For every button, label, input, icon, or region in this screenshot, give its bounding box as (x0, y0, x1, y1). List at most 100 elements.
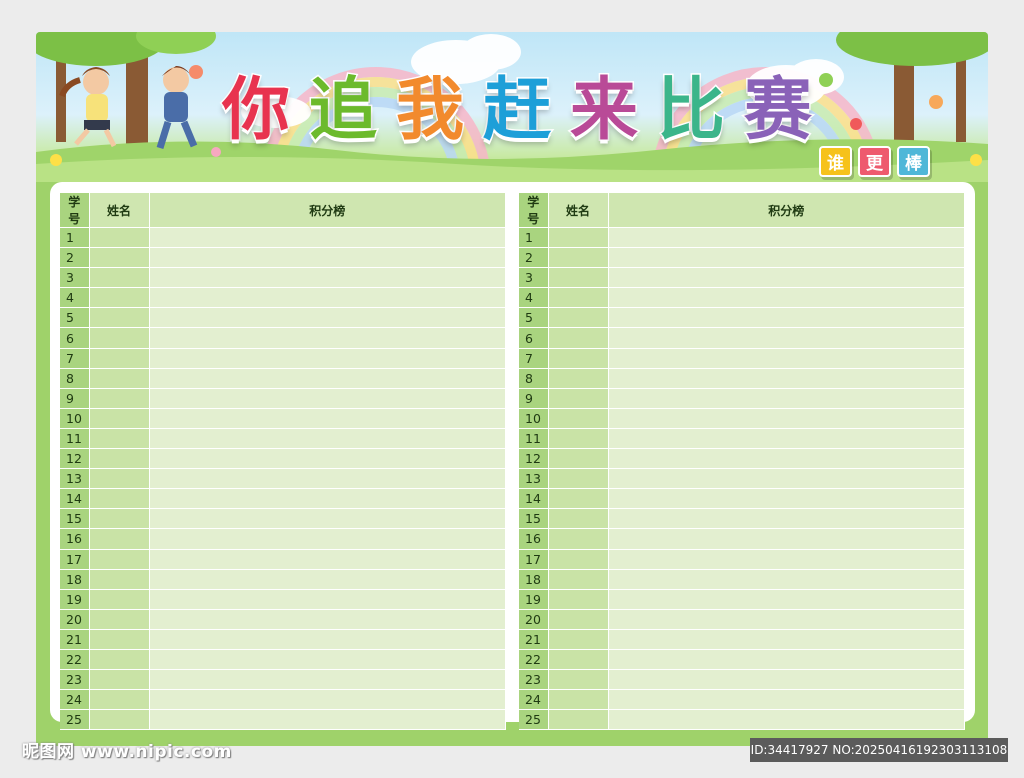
name-cell[interactable] (89, 709, 150, 731)
name-cell[interactable] (89, 488, 150, 510)
score-cell[interactable] (149, 629, 506, 650)
score-cell[interactable] (149, 267, 506, 289)
score-cell[interactable] (149, 247, 506, 269)
name-cell[interactable] (89, 227, 150, 249)
name-cell[interactable] (548, 448, 609, 470)
score-cell[interactable] (149, 689, 506, 711)
score-cell[interactable] (149, 327, 506, 349)
score-cell[interactable] (608, 569, 965, 590)
name-cell[interactable] (89, 669, 150, 691)
score-cell[interactable] (149, 609, 506, 630)
score-cell[interactable] (149, 388, 506, 409)
name-cell[interactable] (89, 649, 150, 671)
name-cell[interactable] (89, 327, 150, 349)
score-cell[interactable] (608, 689, 965, 711)
score-cell[interactable] (149, 528, 506, 550)
score-cell[interactable] (608, 227, 965, 249)
score-cell[interactable] (149, 589, 506, 610)
score-cell[interactable] (608, 609, 965, 630)
name-cell[interactable] (548, 549, 609, 570)
score-cell[interactable] (608, 448, 965, 470)
name-cell[interactable] (548, 307, 609, 329)
score-cell[interactable] (149, 488, 506, 510)
name-cell[interactable] (548, 408, 609, 429)
name-cell[interactable] (89, 569, 150, 590)
name-cell[interactable] (89, 528, 150, 550)
score-cell[interactable] (608, 629, 965, 650)
name-cell[interactable] (89, 468, 150, 490)
name-cell[interactable] (548, 609, 609, 630)
score-cell[interactable] (149, 669, 506, 691)
name-cell[interactable] (89, 388, 150, 409)
name-cell[interactable] (89, 267, 150, 289)
name-cell[interactable] (89, 348, 150, 369)
name-cell[interactable] (548, 388, 609, 409)
score-cell[interactable] (149, 408, 506, 429)
name-cell[interactable] (89, 549, 150, 570)
name-cell[interactable] (548, 488, 609, 510)
score-cell[interactable] (608, 247, 965, 269)
name-cell[interactable] (548, 227, 609, 249)
score-cell[interactable] (608, 327, 965, 349)
score-cell[interactable] (608, 649, 965, 671)
name-cell[interactable] (89, 368, 150, 389)
score-cell[interactable] (149, 569, 506, 590)
name-cell[interactable] (548, 508, 609, 530)
score-cell[interactable] (149, 287, 506, 309)
score-cell[interactable] (608, 488, 965, 510)
name-cell[interactable] (548, 428, 609, 450)
name-cell[interactable] (548, 348, 609, 369)
name-cell[interactable] (548, 669, 609, 691)
score-cell[interactable] (149, 307, 506, 329)
score-cell[interactable] (149, 468, 506, 490)
name-cell[interactable] (89, 589, 150, 610)
score-cell[interactable] (608, 508, 965, 530)
name-cell[interactable] (548, 528, 609, 550)
name-cell[interactable] (89, 408, 150, 429)
name-cell[interactable] (89, 247, 150, 269)
score-cell[interactable] (149, 508, 506, 530)
name-cell[interactable] (89, 508, 150, 530)
score-cell[interactable] (608, 549, 965, 570)
score-cell[interactable] (608, 388, 965, 409)
score-cell[interactable] (608, 669, 965, 691)
score-cell[interactable] (149, 709, 506, 731)
name-cell[interactable] (548, 267, 609, 289)
score-cell[interactable] (149, 428, 506, 450)
score-cell[interactable] (608, 528, 965, 550)
name-cell[interactable] (548, 689, 609, 711)
name-cell[interactable] (89, 307, 150, 329)
name-cell[interactable] (548, 368, 609, 389)
score-cell[interactable] (608, 307, 965, 329)
name-cell[interactable] (548, 649, 609, 671)
score-cell[interactable] (149, 348, 506, 369)
score-cell[interactable] (608, 468, 965, 490)
score-cell[interactable] (608, 267, 965, 289)
name-cell[interactable] (548, 327, 609, 349)
score-cell[interactable] (608, 428, 965, 450)
name-cell[interactable] (548, 468, 609, 490)
score-cell[interactable] (149, 448, 506, 470)
name-cell[interactable] (89, 448, 150, 470)
name-cell[interactable] (89, 428, 150, 450)
name-cell[interactable] (89, 609, 150, 630)
score-cell[interactable] (608, 287, 965, 309)
name-cell[interactable] (548, 247, 609, 269)
name-cell[interactable] (548, 629, 609, 650)
score-cell[interactable] (149, 549, 506, 570)
score-cell[interactable] (608, 348, 965, 369)
name-cell[interactable] (548, 287, 609, 309)
score-cell[interactable] (608, 709, 965, 731)
name-cell[interactable] (548, 589, 609, 610)
name-cell[interactable] (89, 287, 150, 309)
score-cell[interactable] (608, 408, 965, 429)
name-cell[interactable] (548, 709, 609, 731)
score-cell[interactable] (608, 368, 965, 389)
score-cell[interactable] (149, 649, 506, 671)
name-cell[interactable] (89, 689, 150, 711)
name-cell[interactable] (89, 629, 150, 650)
name-cell[interactable] (548, 569, 609, 590)
score-cell[interactable] (149, 227, 506, 249)
score-cell[interactable] (608, 589, 965, 610)
score-cell[interactable] (149, 368, 506, 389)
